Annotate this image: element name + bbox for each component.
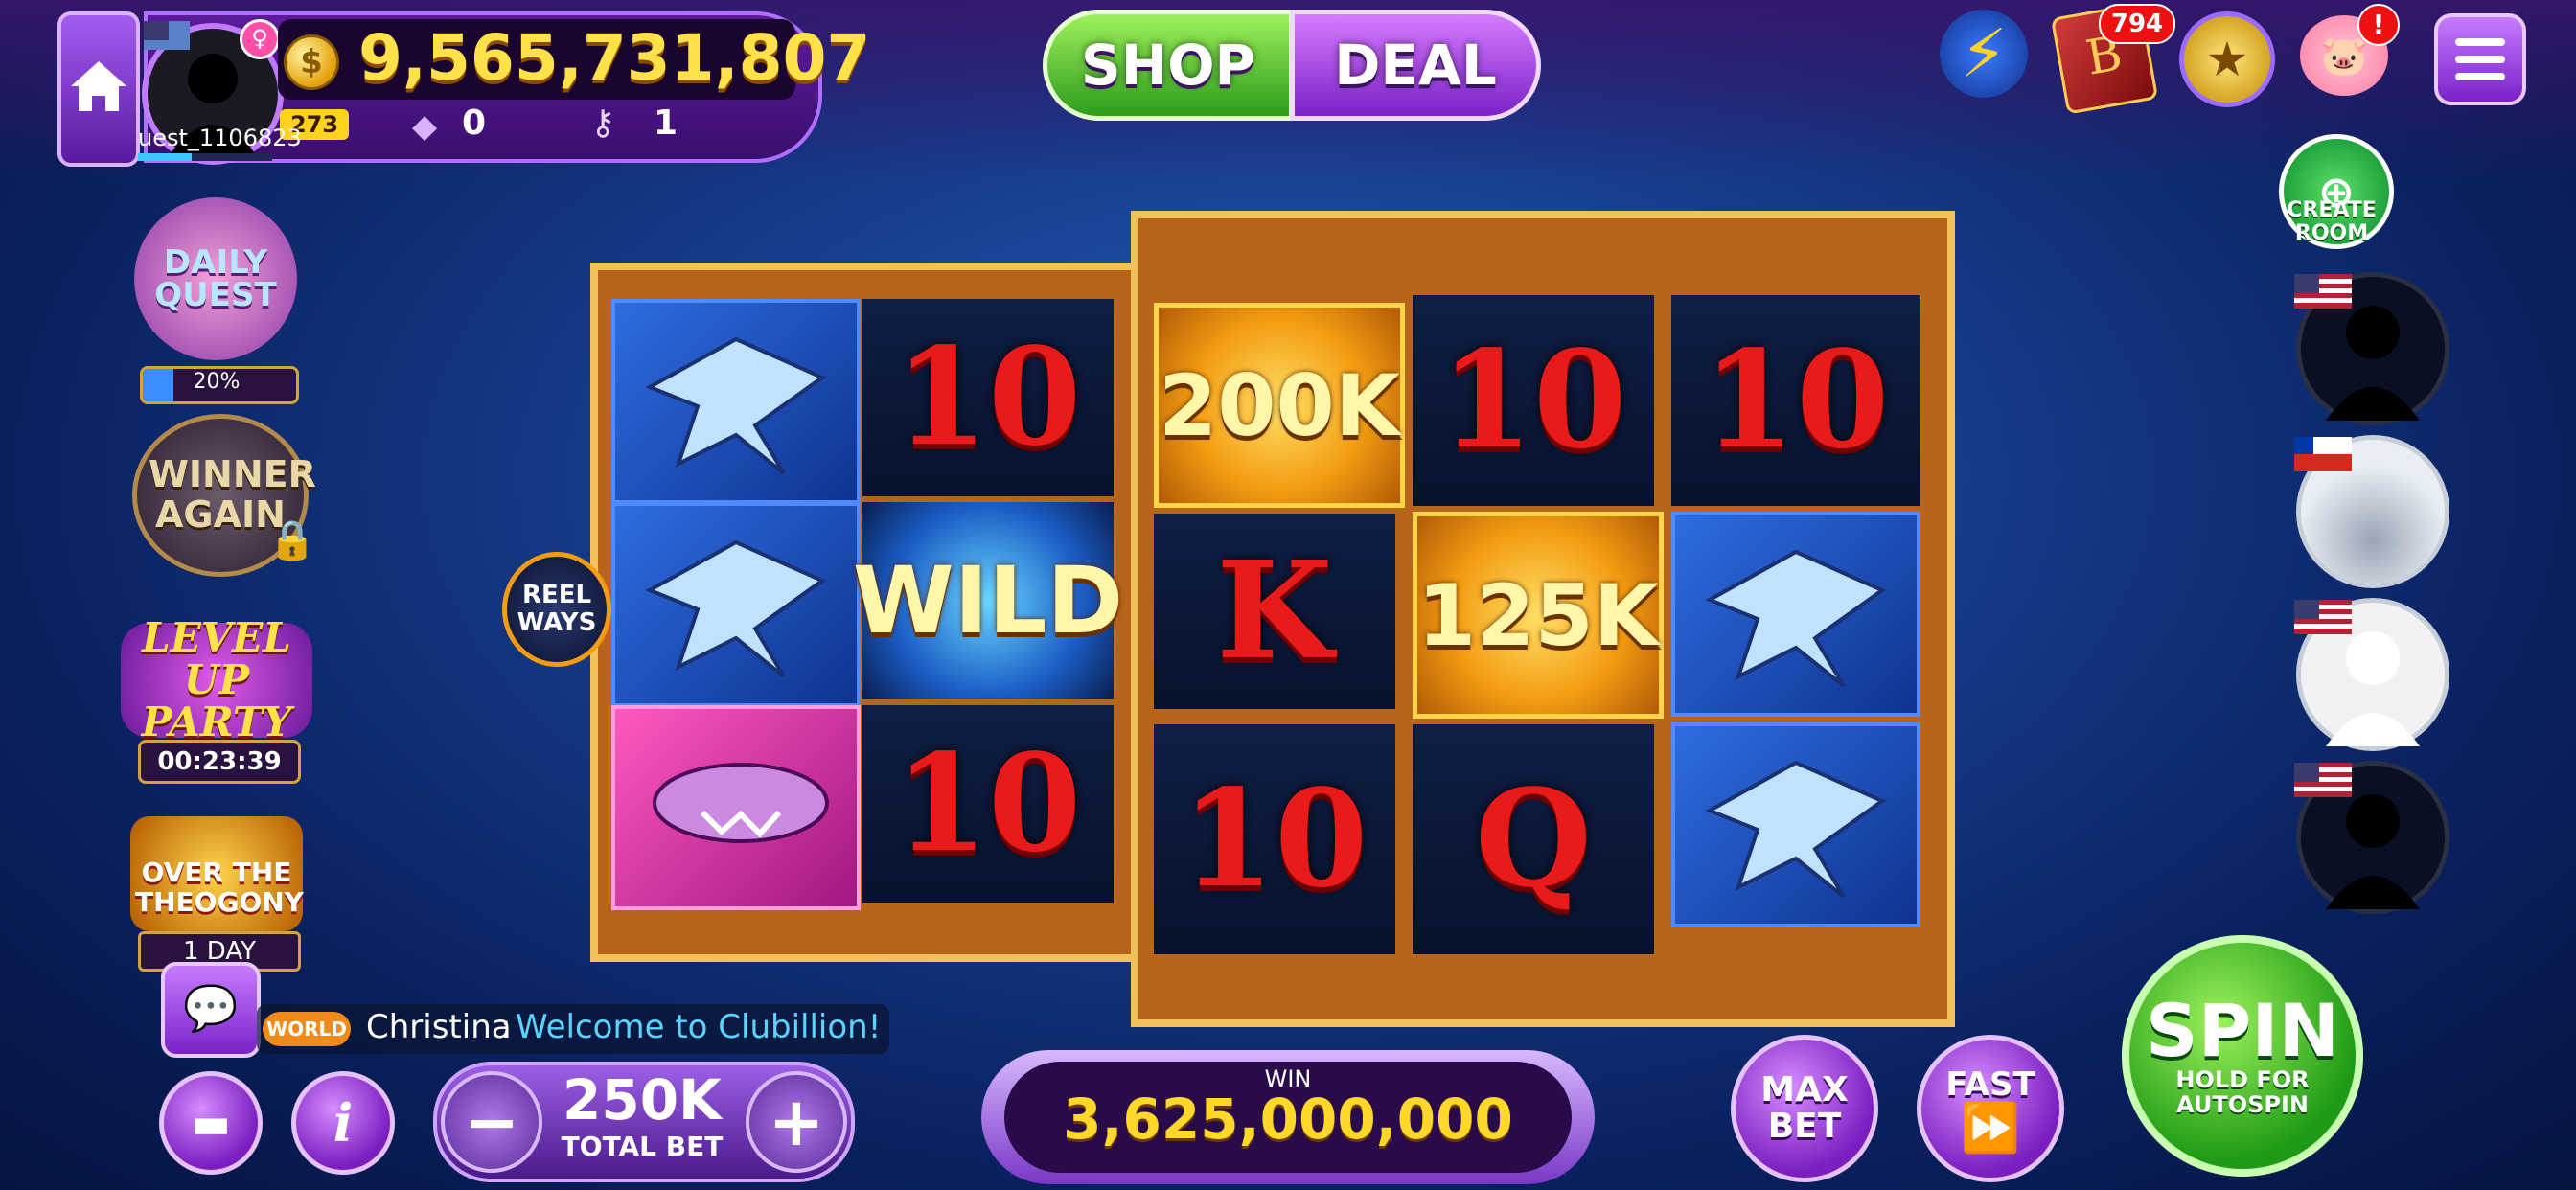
gem-count: 0 [462,103,487,143]
info-icon: i [333,1092,354,1154]
us-flag-icon [2294,600,2352,634]
us-flag-icon [2294,274,2352,309]
coin-balance: 9,565,731,807 [358,21,871,95]
vip-medal-button[interactable]: ★ [2179,11,2275,107]
gem-icon: ◆ [412,107,438,146]
us-flag-icon [2294,763,2352,797]
chat-icon: 💬 [183,982,239,1034]
stingray-icon [645,336,827,475]
medal-icon: ★ [2205,32,2249,87]
daily-quest-percent: 20% [193,370,241,394]
bet-increase-button[interactable]: + [746,1071,847,1173]
reel-cell-10: 10 [1154,724,1395,954]
stingray-icon [645,539,827,678]
stingray-icon [1705,549,1887,688]
reel-cell-10: 10 [1671,295,1920,506]
book-badge: 794 [2099,4,2175,44]
bet-value: 250K [562,1067,722,1133]
reel-cell-q: Q [1413,724,1654,954]
reel-cell-10: 10 [862,299,1114,496]
reel-cell-stingray [1671,512,1920,717]
chat-message: Welcome to Clubillion! [516,1008,882,1046]
chile-flag-icon [2294,437,2352,471]
reel-cell-200k: 200K [1154,303,1405,508]
hammerhead-shark-icon [653,763,829,843]
level-up-party-timer: 00:23:39 [138,740,301,784]
chat-channel-badge: WORLD [263,1012,351,1046]
gender-icon: ♀ [240,19,280,59]
symbol-10: 10 [894,725,1082,882]
fast-label: FAST [1945,1065,2036,1104]
shop-label: SHOP [1080,33,1256,98]
daily-quest-button[interactable]: DAILY QUEST [134,197,297,360]
wild-symbol: WILD [852,547,1124,654]
reel-cell-stingray [611,502,861,707]
reel-cell-wild: WILD [853,502,1123,699]
reel-ways-label: REEL WAYS [517,581,597,637]
reel-cell-k: K [1154,514,1395,709]
symbol-10: 10 [1439,322,1627,479]
plus-icon: + [768,1083,825,1161]
menu-icon [2455,38,2505,80]
info-button[interactable]: i [291,1071,395,1175]
bet-label: TOTAL BET [561,1131,724,1162]
flag-icon [144,21,190,50]
symbol-q: Q [1475,761,1592,918]
minus-icon: − [463,1083,520,1161]
username: uest_1106823 [138,125,302,151]
reel-cell-10: 10 [862,705,1114,903]
chat-button[interactable]: 💬 [161,962,261,1058]
daily-quest-label: DAILY QUEST [154,243,277,314]
theogony-event-label: OVER THE THEOGONY [135,857,304,918]
key-icon: ⚷ [590,103,616,143]
piggy-alert-badge: ! [2358,4,2400,46]
level-up-party-label: LEVEL UP PARTY [141,613,292,746]
lightning-icon: ⚡ [1960,14,2008,93]
deal-label: DEAL [1334,33,1497,98]
deal-button[interactable]: DEAL [1290,10,1541,121]
fast-forward-icon: ⏩ [1960,1100,2021,1156]
chat-user: Christina [366,1008,512,1046]
create-room-label: CREATE ROOM [2287,198,2377,246]
home-button[interactable] [58,11,140,167]
key-count: 1 [654,103,678,143]
paytable-icon: ▬ [191,1098,231,1148]
reel-ways-badge: REEL WAYS [502,552,611,667]
max-bet-button[interactable]: MAX BET [1731,1035,1878,1182]
stingray-icon [1705,760,1887,899]
prize-125k: 125K [1417,565,1659,665]
fast-button[interactable]: FAST ⏩ [1917,1035,2064,1182]
spin-hold-label: HOLD FOR AUTOSPIN [2175,1065,2310,1118]
reel-frame-right: 200K K 10 10 125K Q 10 [1131,211,1955,1027]
paytable-button[interactable]: ▬ [159,1071,263,1175]
symbol-10: 10 [894,319,1082,476]
symbol-10: 10 [1181,761,1368,918]
spin-label: SPIN [2145,987,2340,1073]
lightning-button[interactable]: ⚡ [1940,10,2028,98]
reel-cell-10: 10 [1413,295,1654,506]
theogony-event-button[interactable]: OVER THE THEOGONY [130,816,304,931]
prize-200k: 200K [1159,355,1400,455]
xp-bar-fill [138,153,192,161]
home-icon [71,61,126,111]
lock-icon: 🔒 [268,518,316,562]
piggy-icon: 🐷 [2320,34,2368,79]
max-bet-label: MAX BET [1760,1070,1849,1146]
shop-button[interactable]: SHOP [1043,10,1294,121]
chat-colon: : [500,1008,512,1046]
reel-cell-stingray [1671,722,1920,927]
reel-cell-stingray [611,299,861,504]
xp-bar [138,153,272,161]
reel-cell-125k: 125K [1413,512,1664,719]
spin-button[interactable]: SPIN HOLD FOR AUTOSPIN [2122,935,2363,1177]
reel-frame-left: 10 WILD 10 [590,263,1142,962]
symbol-10: 10 [1702,322,1890,479]
symbol-k: K [1216,533,1333,690]
level-up-party-button[interactable]: LEVEL UP PARTY [121,616,312,744]
coin-icon: $ [284,34,339,90]
reel-cell-hammerhead [611,705,861,910]
menu-button[interactable] [2434,13,2526,105]
bet-decrease-button[interactable]: − [441,1071,542,1173]
win-amount: 3,625,000,000 [1063,1087,1513,1152]
